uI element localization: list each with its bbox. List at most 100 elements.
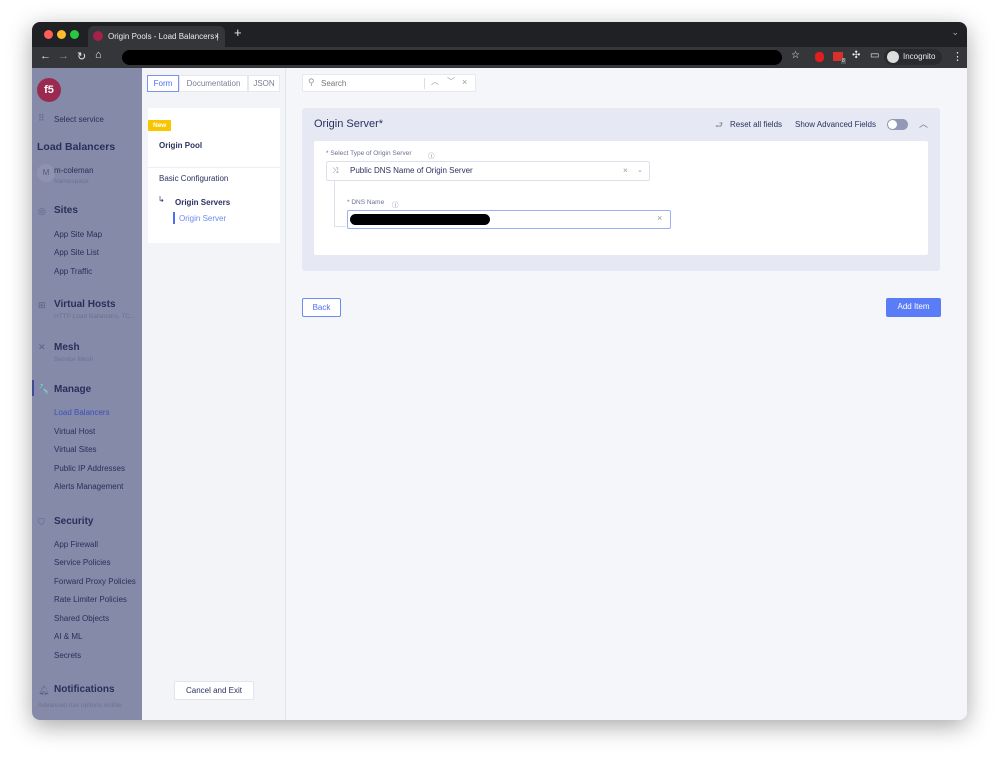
origin-type-value: Public DNS Name of Origin Server bbox=[350, 166, 473, 175]
mesh-icon: ✕ bbox=[38, 342, 46, 352]
namespace-name[interactable]: m-coleman bbox=[54, 166, 94, 175]
menu-icon[interactable]: ⋮ bbox=[952, 50, 963, 63]
origin-type-select[interactable]: ⤨ Public DNS Name of Origin Server × ⌄ bbox=[326, 161, 650, 181]
clear-search-icon[interactable]: × bbox=[462, 77, 467, 87]
tab-title: Origin Pools - Load Balancers | bbox=[108, 32, 219, 41]
namespace-label: Namespace bbox=[54, 178, 89, 185]
tab-bar: Origin Pools - Load Balancers | × + ⌄ bbox=[32, 22, 967, 47]
new-badge: New bbox=[148, 120, 172, 131]
origin-server-section: Origin Server* ⮐ Reset all fields Show A… bbox=[302, 108, 940, 271]
back-button[interactable]: Back bbox=[302, 298, 341, 317]
sites-icon: ◎ bbox=[38, 206, 46, 216]
sidebar-section-notifications[interactable]: Notifications bbox=[54, 684, 115, 695]
wrench-icon: 🔧 bbox=[38, 384, 50, 394]
sidebar-item-forward-proxy[interactable]: Forward Proxy Policies bbox=[54, 577, 136, 586]
bell-icon: 🔔︎ bbox=[38, 685, 50, 695]
active-nav-bar bbox=[173, 212, 175, 224]
forward-icon[interactable]: → bbox=[58, 50, 69, 62]
sidebar-item-app-traffic[interactable]: App Traffic bbox=[54, 267, 92, 276]
namespace-avatar: M bbox=[37, 164, 55, 182]
sidebar-item-rate-limiter[interactable]: Rate Limiter Policies bbox=[54, 595, 127, 604]
address-bar[interactable] bbox=[122, 50, 782, 65]
chevron-down-icon[interactable]: ﹀ bbox=[447, 76, 455, 87]
main-content: ⚲ ︿ ﹀ × Origin Server* ⮐ Reset all field… bbox=[287, 68, 967, 720]
clear-select-icon[interactable]: × bbox=[623, 162, 628, 180]
nav-basic-configuration[interactable]: Basic Configuration bbox=[159, 174, 228, 183]
incognito-label: Incognito bbox=[903, 52, 936, 61]
browser-toolbar: ← → ↻ ⌂ ☆ 8 ✣ ▭ Incognito ⋮ bbox=[32, 47, 967, 68]
sidebar-section-virtual-hosts[interactable]: Virtual Hosts bbox=[54, 299, 116, 310]
home-icon[interactable]: ⌂ bbox=[95, 49, 102, 61]
help-icon: ⓘ bbox=[428, 153, 435, 160]
nav-origin-servers[interactable]: Origin Servers bbox=[175, 198, 230, 207]
chevron-up-icon[interactable]: ︿ bbox=[431, 76, 439, 87]
dns-type-icon: ⤨ bbox=[332, 166, 339, 175]
arrow-return-icon: ↳ bbox=[158, 195, 165, 204]
origin-server-form: * Select Type of Origin Server ⓘ ⤨ Publi… bbox=[314, 141, 928, 255]
form-nav-panel: Form Documentation JSON New Origin Pool … bbox=[142, 68, 286, 720]
extension-badge: 8 bbox=[841, 58, 846, 64]
cancel-and-exit-button[interactable]: Cancel and Exit bbox=[174, 681, 254, 700]
divider bbox=[424, 78, 425, 89]
search-icon: ⚲ bbox=[308, 77, 315, 87]
close-tab-icon[interactable]: × bbox=[214, 26, 219, 47]
sidebar-item-service-policies[interactable]: Service Policies bbox=[54, 558, 110, 567]
tab-documentation[interactable]: Documentation bbox=[179, 75, 248, 92]
tab-form[interactable]: Form bbox=[147, 75, 179, 92]
sidebar-item-load-balancers[interactable]: Load Balancers bbox=[54, 408, 110, 417]
sidebar-item-virtual-sites[interactable]: Virtual Sites bbox=[54, 445, 97, 454]
divider bbox=[148, 167, 280, 168]
nav-origin-server[interactable]: Origin Server bbox=[179, 214, 226, 223]
sidebar: f5 ⠿ Select service Load Balancers M m-c… bbox=[32, 68, 142, 720]
shield-icon: ⛉ bbox=[38, 517, 45, 527]
sidebar-item-ai-ml[interactable]: AI & ML bbox=[54, 632, 82, 641]
redacted-value bbox=[350, 214, 490, 225]
chevron-down-icon[interactable]: ⌄ bbox=[637, 162, 643, 180]
advanced-fields-toggle[interactable] bbox=[887, 119, 908, 130]
advanced-fields-label: Show Advanced Fields bbox=[795, 120, 876, 129]
sidebar-section-manage[interactable]: Manage bbox=[54, 384, 91, 395]
incognito-profile[interactable]: Incognito bbox=[884, 49, 942, 65]
sidebar-item-virtual-host[interactable]: Virtual Host bbox=[54, 427, 95, 436]
sidebar-item-app-site-list[interactable]: App Site List bbox=[54, 248, 99, 257]
puzzle-icon[interactable]: ✣ bbox=[852, 50, 860, 61]
search-input[interactable] bbox=[321, 77, 421, 89]
mesh-subtitle: Service Mesh bbox=[54, 356, 94, 363]
clear-input-icon[interactable]: × bbox=[657, 213, 662, 223]
sidebar-item-alerts[interactable]: Alerts Management bbox=[54, 482, 123, 491]
tree-connector bbox=[334, 181, 346, 227]
sidebar-section-security[interactable]: Security bbox=[54, 516, 93, 527]
sidebar-item-secrets[interactable]: Secrets bbox=[54, 651, 81, 660]
form-nav-card: New Origin Pool Basic Configuration ↳ Or… bbox=[148, 108, 280, 243]
select-service-button[interactable]: Select service bbox=[54, 115, 104, 124]
add-item-button[interactable]: Add Item bbox=[886, 298, 941, 317]
f5-favicon-icon bbox=[93, 31, 103, 41]
back-icon[interactable]: ← bbox=[40, 50, 51, 62]
reset-icon: ⮐ bbox=[715, 120, 724, 130]
section-title: Origin Server* bbox=[314, 118, 384, 130]
collapse-chevron-icon[interactable]: ︿ bbox=[919, 117, 928, 130]
maximize-window-button[interactable] bbox=[70, 30, 79, 39]
sidebar-item-public-ip[interactable]: Public IP Addresses bbox=[54, 464, 125, 473]
sidebar-item-app-firewall[interactable]: App Firewall bbox=[54, 540, 98, 549]
sidebar-item-shared-objects[interactable]: Shared Objects bbox=[54, 614, 109, 623]
tab-json[interactable]: JSON bbox=[248, 75, 280, 92]
reset-all-fields-button[interactable]: Reset all fields bbox=[730, 120, 782, 129]
dns-name-label: * DNS Name bbox=[347, 199, 385, 206]
sidebar-section-sites[interactable]: Sites bbox=[54, 205, 78, 216]
tab-search-icon[interactable]: ⌄ bbox=[951, 27, 959, 38]
sidebar-section-mesh[interactable]: Mesh bbox=[54, 342, 80, 353]
new-tab-button[interactable]: + bbox=[234, 25, 242, 40]
reload-icon[interactable]: ↻ bbox=[77, 50, 86, 63]
cast-icon[interactable]: ▭ bbox=[870, 50, 879, 61]
close-window-button[interactable] bbox=[44, 30, 53, 39]
bookmark-star-icon[interactable]: ☆ bbox=[791, 50, 800, 61]
extension-shield-icon[interactable] bbox=[815, 52, 824, 62]
minimize-window-button[interactable] bbox=[57, 30, 66, 39]
browser-tab[interactable]: Origin Pools - Load Balancers | × bbox=[88, 26, 225, 47]
virtual-hosts-icon: ⊞ bbox=[38, 300, 46, 310]
sidebar-item-app-site-map[interactable]: App Site Map bbox=[54, 230, 102, 239]
help-icon: ⓘ bbox=[392, 202, 399, 209]
dns-name-input[interactable]: × bbox=[347, 210, 671, 229]
browser-window: Origin Pools - Load Balancers | × + ⌄ ← … bbox=[32, 22, 967, 720]
